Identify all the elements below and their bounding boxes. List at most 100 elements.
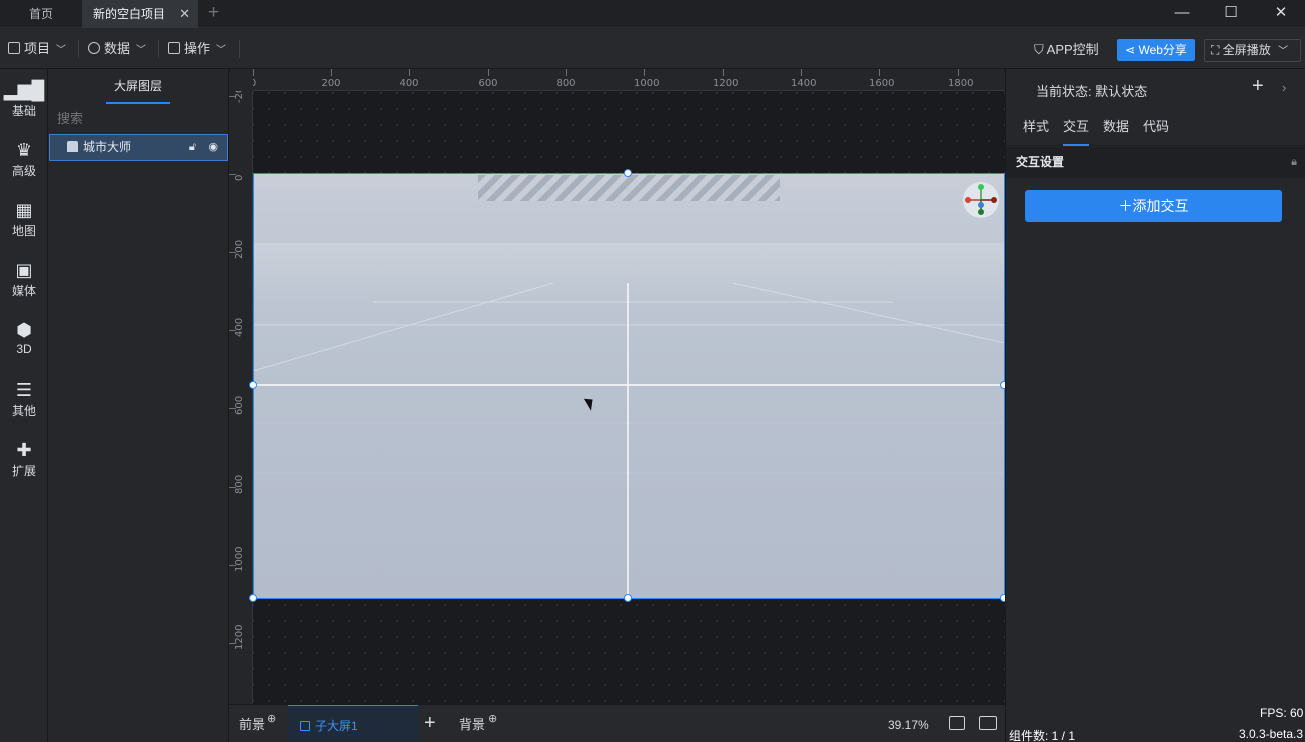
chevron-down-icon: ﹀ <box>56 45 67 56</box>
toolbar-divider <box>239 40 240 58</box>
web-share-button[interactable]: ⋖ Web分享 <box>1117 39 1195 61</box>
resize-handle-left[interactable] <box>249 381 257 389</box>
fullscreen-play-button[interactable]: ⛶ 全屏播放 ﹀ <box>1204 39 1301 62</box>
sidebar-item-map[interactable]: ▦ 地图 <box>0 200 48 239</box>
grid-icon <box>168 42 180 54</box>
sidebar-item-label: 媒体 <box>11 284 36 298</box>
sidebar-item-label: 扩展 <box>11 464 36 478</box>
ruler-tick-label: 200 <box>321 78 341 89</box>
toolbar-divider <box>78 40 79 58</box>
ruler-tick-label: 400 <box>399 78 419 89</box>
sidebar-item-3d[interactable]: ⬢ 3D <box>0 320 48 356</box>
foreground-tab[interactable]: 前景 <box>239 705 265 742</box>
add-tab-button[interactable]: + <box>208 2 219 24</box>
horizontal-ruler: 0 200 400 600 800 1000 1200 1400 1600 18… <box>250 69 1005 91</box>
project-menu[interactable]: 项目 ﹀ <box>8 28 66 69</box>
fullscreen-icon: ⛶ <box>1211 43 1220 57</box>
sidebar-item-media[interactable]: ▣ 媒体 <box>0 260 48 299</box>
chevron-down-icon: ﹀ <box>136 45 147 56</box>
city-master-component[interactable] <box>253 173 1005 599</box>
add-interaction-button[interactable]: ＋添加交互 <box>1025 190 1282 222</box>
fps-counter: FPS: 60 <box>1260 706 1304 720</box>
layer-search-input[interactable] <box>48 104 229 133</box>
shield-icon: ⛉ <box>1034 42 1044 57</box>
sidebar-item-other[interactable]: ☰ 其他 <box>0 380 48 419</box>
ruler-tick-label: 400 <box>234 317 245 337</box>
project-menu-label: 项目 <box>24 41 51 56</box>
component-count: 组件数: 1 / 1 <box>1009 729 1076 742</box>
tab-style[interactable]: 样式 <box>1023 111 1049 146</box>
zoom-level: 39.17% <box>888 718 929 732</box>
sidebar-item-label: 基础 <box>11 104 36 118</box>
tab-interaction[interactable]: 交互 <box>1063 111 1090 146</box>
lock-icon[interactable]: 🔒︎ <box>1291 147 1297 177</box>
editor-canvas[interactable]: 0 200 400 600 800 1000 1200 1400 1600 18… <box>229 69 1005 704</box>
bar-chart-icon: ▂▆█ <box>3 80 45 100</box>
ruler-tick-label: 1600 <box>869 78 895 89</box>
cube-icon: ⬢ <box>16 320 32 340</box>
add-screen-button[interactable]: + <box>424 705 436 742</box>
chevron-right-icon[interactable]: › <box>1282 80 1286 95</box>
folder-icon <box>8 42 20 54</box>
tab-data[interactable]: 数据 <box>1103 111 1129 146</box>
screen-layer-bar: 前景 ⊕ 子大屏1 + 背景 ⊕ 39.17% <box>229 704 1005 742</box>
unlock-icon[interactable]: 🔓︎ <box>189 135 196 160</box>
fit-screen-icon[interactable] <box>949 716 965 730</box>
data-menu[interactable]: 数据 ﹀ <box>88 28 146 69</box>
toolbar-divider <box>158 40 159 58</box>
ruler-tick-label: 1200 <box>713 78 739 89</box>
resize-handle-top[interactable] <box>624 169 632 177</box>
resize-handle-bottom[interactable] <box>624 594 632 602</box>
title-bar: 首页 新的空白项目 ✕ + — ☐ ✕ <box>0 0 1305 28</box>
axis-gizmo-icon[interactable] <box>963 182 999 218</box>
sidebar-item-label: 其他 <box>11 404 36 418</box>
tab-project[interactable]: 新的空白项目 ✕ <box>82 0 198 28</box>
web-share-label: Web分享 <box>1138 43 1187 57</box>
close-window-button[interactable]: ✕ <box>1261 0 1301 28</box>
app-control-label: APP控制 <box>1046 42 1099 57</box>
layers-panel-title[interactable]: 大屏图层 <box>106 69 170 104</box>
ruler-tick-label: 1400 <box>791 78 817 89</box>
eye-icon[interactable]: ◉ <box>208 135 218 160</box>
section-title: 交互设置 <box>1016 155 1065 169</box>
sidebar-item-label: 3D <box>16 342 32 356</box>
sidebar-item-advanced[interactable]: ♛ 高级 <box>0 140 48 179</box>
ruler-tick-label: 200 <box>234 239 245 259</box>
ruler-corner <box>229 69 253 91</box>
toolbar: 项目 ﹀ 数据 ﹀ 操作 ﹀ ⛉ APP控制 ⋖ Web分享 ⛶ 全屏播放 ﹀ <box>0 28 1305 69</box>
layer-item[interactable]: 城市大师 🔓︎ ◉ <box>49 134 228 161</box>
camera-icon: ▣ <box>15 260 33 280</box>
ops-menu[interactable]: 操作 ﹀ <box>168 28 226 69</box>
ruler-tick-label: 1200 <box>234 624 245 650</box>
add-background-icon[interactable]: ⊕ <box>488 712 497 725</box>
tab-code[interactable]: 代码 <box>1143 111 1169 146</box>
background-tab[interactable]: 背景 <box>459 705 485 742</box>
app-control-button[interactable]: ⛉ APP控制 <box>1034 41 1099 59</box>
resize-handle-bottom-left[interactable] <box>249 594 257 602</box>
fullscreen-label: 全屏播放 <box>1222 43 1271 57</box>
sub-screen-tab[interactable]: 子大屏1 <box>288 705 418 742</box>
keyboard-icon[interactable] <box>979 716 997 730</box>
puzzle-icon: ✚ <box>16 440 32 460</box>
version-label: 3.0.3-beta.3 <box>1239 727 1304 741</box>
ops-menu-label: 操作 <box>184 41 211 56</box>
minimize-button[interactable]: — <box>1162 0 1202 28</box>
ruler-tick-label: 800 <box>556 78 576 89</box>
share-icon: ⋖ <box>1125 43 1136 57</box>
list-icon: ☰ <box>15 380 33 400</box>
ruler-tick-label: 600 <box>234 395 245 415</box>
crown-icon: ♛ <box>15 140 33 160</box>
interaction-settings-header: 交互设置 🔒︎ <box>1006 147 1305 178</box>
tab-project-label: 新的空白项目 <box>93 7 166 21</box>
tab-home[interactable]: 首页 <box>0 0 82 28</box>
ruler-tick-label: 0 <box>234 174 245 181</box>
component-sidebar: ▂▆█ 基础 ♛ 高级 ▦ 地图 ▣ 媒体 ⬢ 3D ☰ 其他 ✚ 扩展 <box>0 69 48 742</box>
add-state-button[interactable]: + <box>1252 75 1264 98</box>
chevron-down-icon: ﹀ <box>1278 46 1289 57</box>
sidebar-item-extension[interactable]: ✚ 扩展 <box>0 440 48 479</box>
maximize-button[interactable]: ☐ <box>1211 0 1251 28</box>
ruler-tick-label: 1800 <box>948 78 974 89</box>
sidebar-item-basic[interactable]: ▂▆█ 基础 <box>0 80 48 119</box>
add-foreground-icon[interactable]: ⊕ <box>267 712 276 725</box>
close-tab-icon[interactable]: ✕ <box>179 0 190 28</box>
